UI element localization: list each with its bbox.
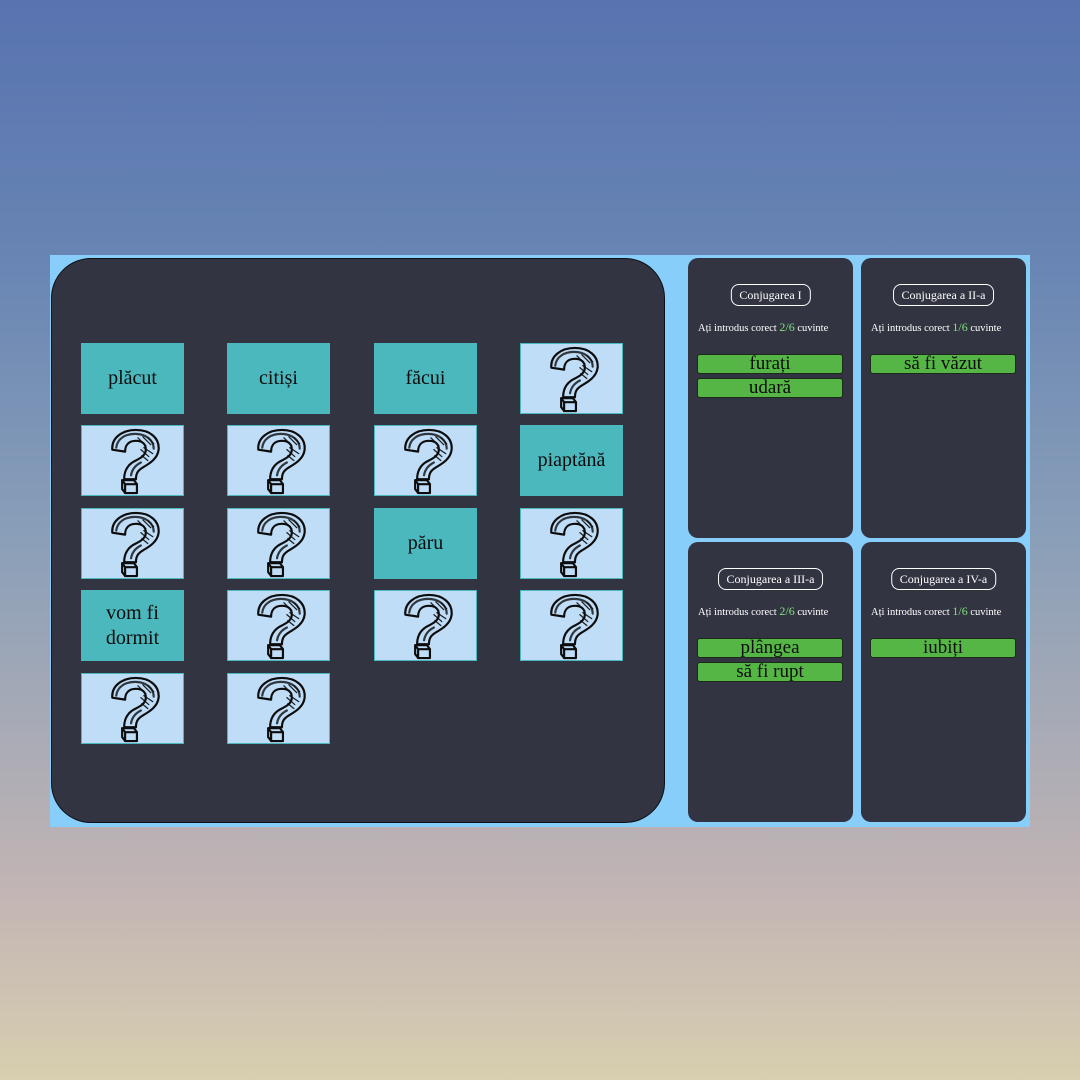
memory-card[interactable] (81, 425, 184, 496)
card-word: păru (407, 532, 444, 554)
question-mark-icon (403, 593, 453, 660)
score-badge: 2/6 (779, 320, 795, 334)
answer-item: să fi văzut (870, 354, 1016, 374)
memory-card[interactable]: vom fi dormit (81, 590, 184, 661)
question-mark-icon (256, 676, 306, 743)
status-prefix: Ați introdus corect (698, 323, 777, 334)
score-badge: 1/6 (952, 320, 968, 334)
score-badge: 1/6 (952, 604, 968, 618)
status-prefix: Ați introdus corect (871, 607, 950, 618)
card-word: făcui (405, 367, 446, 389)
answer-list: iubiți (870, 638, 1016, 662)
panel-status: Ați introdus corect 1/6 cuvinte (871, 604, 1001, 619)
answer-item: iubiți (870, 638, 1016, 658)
memory-card[interactable]: făcui (374, 343, 477, 414)
question-mark-icon (110, 428, 160, 495)
status-suffix: cuvinte (797, 323, 829, 334)
card-word: piaptănă (537, 449, 606, 471)
panel-conjugarea-3: Conjugarea a III-a Ați introdus corect 2… (688, 542, 853, 822)
panel-title-button[interactable]: Conjugarea a IV-a (890, 568, 997, 590)
memory-card[interactable] (374, 425, 477, 496)
memory-card[interactable] (227, 425, 330, 496)
memory-card[interactable] (374, 590, 477, 661)
memory-card[interactable] (81, 673, 184, 744)
answer-item: udară (697, 378, 843, 398)
answer-item: să fi rupt (697, 662, 843, 682)
status-suffix: cuvinte (970, 607, 1002, 618)
question-mark-icon (549, 511, 599, 578)
status-prefix: Ați introdus corect (871, 323, 950, 334)
panel-status: Ați introdus corect 1/6 cuvinte (871, 320, 1001, 335)
status-suffix: cuvinte (970, 323, 1002, 334)
answer-list: plângea să fi rupt (697, 638, 843, 686)
memory-card[interactable]: plăcut (81, 343, 184, 414)
question-mark-icon (256, 428, 306, 495)
memory-card[interactable] (520, 590, 623, 661)
memory-card[interactable]: păru (374, 508, 477, 579)
answer-item: furați (697, 354, 843, 374)
answer-list: furați udară (697, 354, 843, 402)
card-board: plăcut citiși făcui piaptănă păru vom fi… (51, 258, 665, 823)
panel-status: Ați introdus corect 2/6 cuvinte (698, 320, 828, 335)
question-mark-icon (549, 593, 599, 660)
question-mark-icon (403, 428, 453, 495)
question-mark-icon (110, 511, 160, 578)
question-mark-icon (256, 593, 306, 660)
memory-card[interactable] (227, 673, 330, 744)
panel-conjugarea-1: Conjugarea I Ați introdus corect 2/6 cuv… (688, 258, 853, 538)
panel-conjugarea-4: Conjugarea a IV-a Ați introdus corect 1/… (861, 542, 1026, 822)
panel-title-button[interactable]: Conjugarea a II-a (892, 284, 995, 306)
card-word: citiși (259, 367, 298, 389)
score-badge: 2/6 (779, 604, 795, 618)
status-suffix: cuvinte (797, 607, 829, 618)
question-mark-icon (549, 346, 599, 413)
memory-card[interactable] (81, 508, 184, 579)
status-prefix: Ați introdus corect (698, 607, 777, 618)
card-word: vom fi dormit (105, 601, 160, 649)
panel-title-button[interactable]: Conjugarea a III-a (717, 568, 824, 590)
memory-card[interactable] (520, 343, 623, 414)
answer-list: să fi văzut (870, 354, 1016, 378)
panel-title-button[interactable]: Conjugarea I (730, 284, 811, 306)
card-word: plăcut (108, 367, 157, 389)
memory-card[interactable] (227, 590, 330, 661)
game-stage: plăcut citiși făcui piaptănă păru vom fi… (50, 255, 1030, 827)
memory-card[interactable]: citiși (227, 343, 330, 414)
panel-status: Ați introdus corect 2/6 cuvinte (698, 604, 828, 619)
memory-card[interactable] (520, 508, 623, 579)
panel-conjugarea-2: Conjugarea a II-a Ați introdus corect 1/… (861, 258, 1026, 538)
answer-item: plângea (697, 638, 843, 658)
question-mark-icon (110, 676, 160, 743)
memory-card[interactable] (227, 508, 330, 579)
memory-card[interactable]: piaptănă (520, 425, 623, 496)
question-mark-icon (256, 511, 306, 578)
